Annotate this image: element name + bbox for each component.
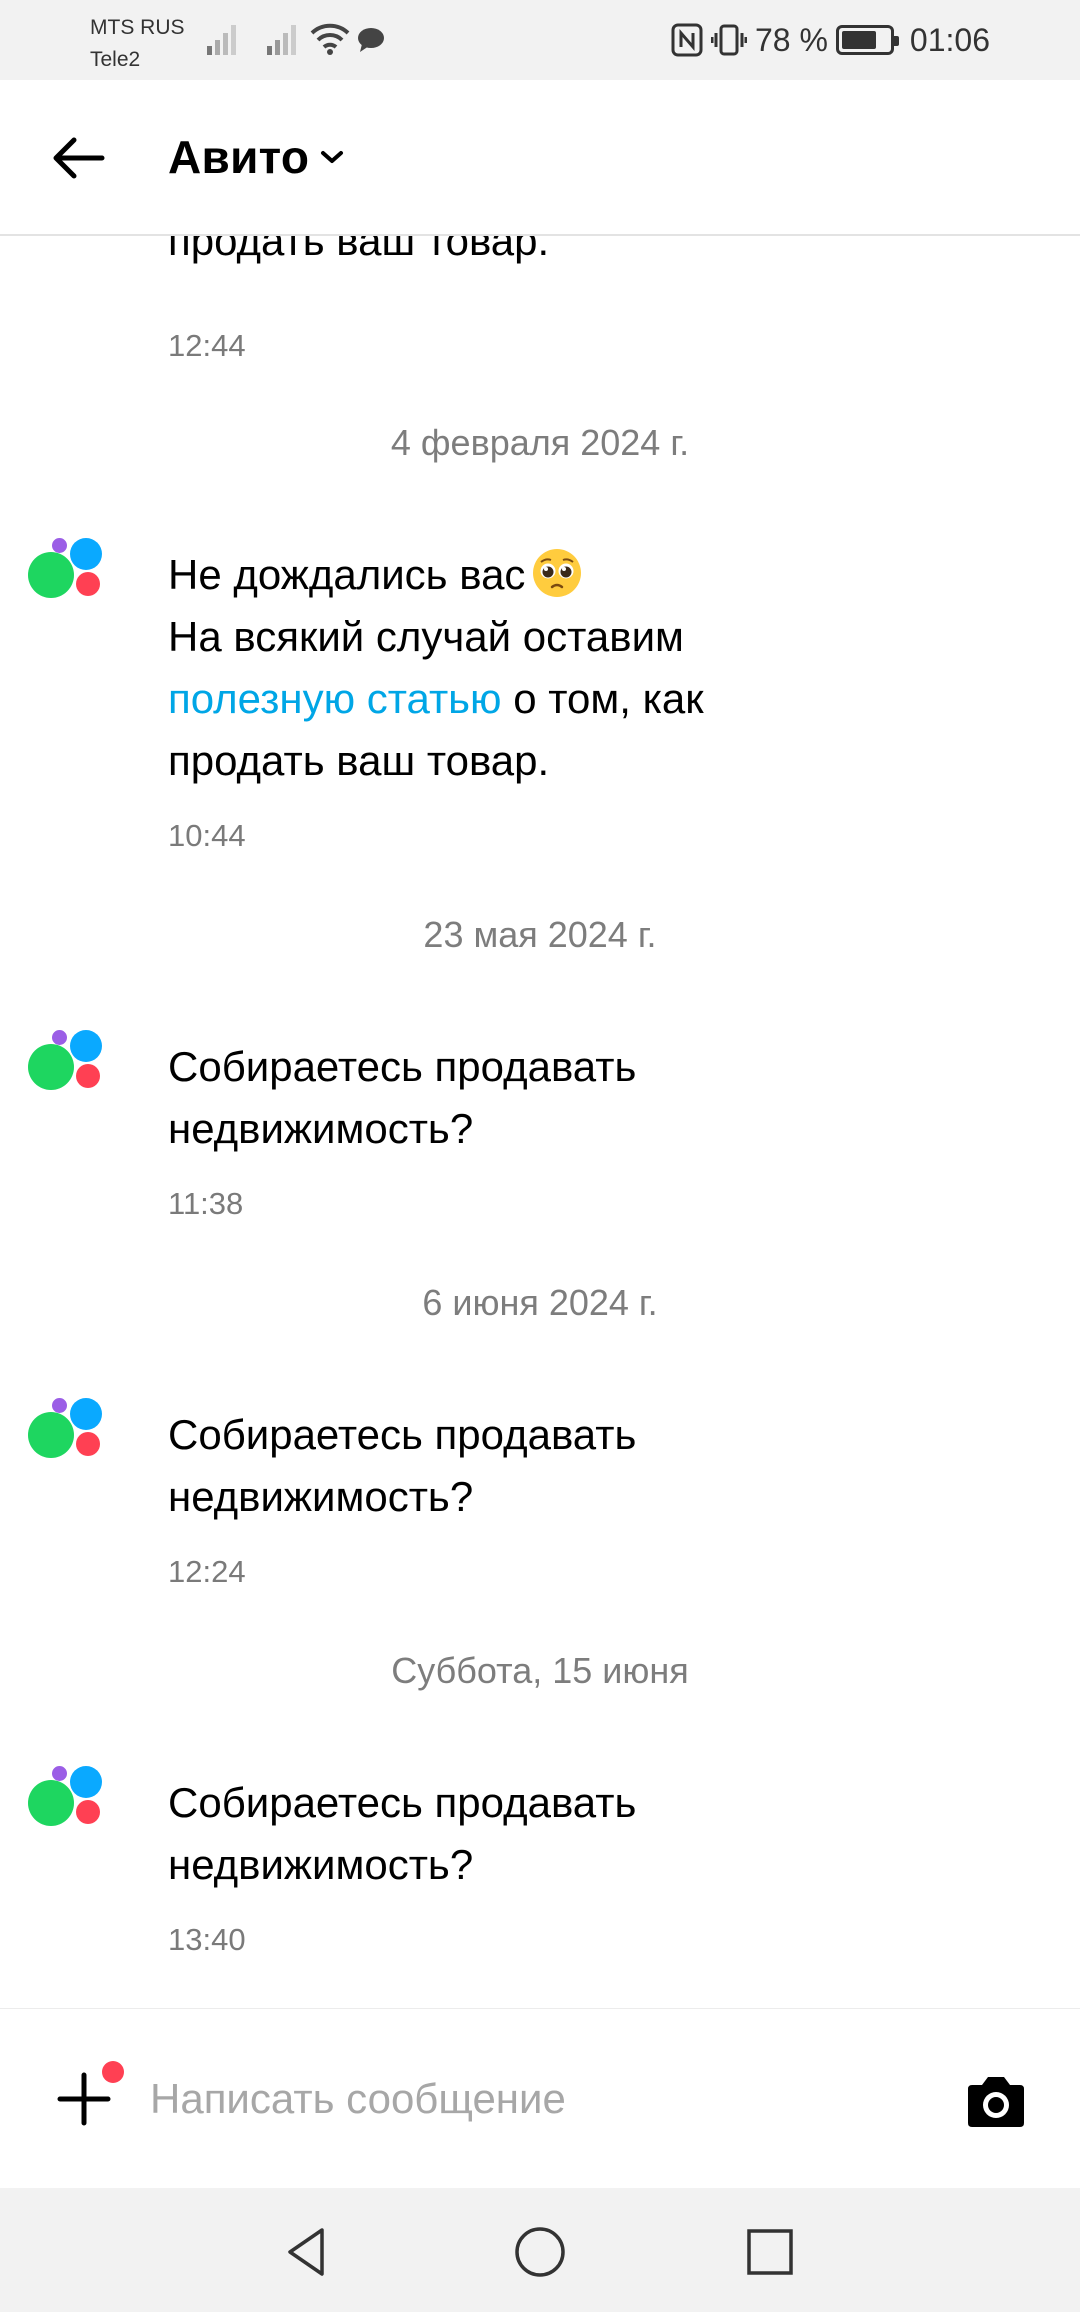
message-bubble: Не дождались вас На всякий случай остави… bbox=[168, 544, 704, 792]
message-line: недвижимость? bbox=[168, 1473, 474, 1520]
nfc-icon bbox=[671, 23, 703, 57]
message-time: 10:44 bbox=[168, 818, 246, 853]
app-header: Авито bbox=[0, 80, 1080, 236]
message-input[interactable] bbox=[150, 2059, 910, 2139]
chat-history[interactable]: продать ваш товар. 12:44 4 февраля 2024 … bbox=[0, 236, 1080, 2008]
signal-icon-2 bbox=[267, 25, 296, 55]
message-line: На всякий случай оставим bbox=[168, 613, 684, 660]
avito-logo-icon bbox=[28, 1766, 104, 1832]
message-line: недвижимость? bbox=[168, 1105, 474, 1152]
notification-dot bbox=[102, 2061, 124, 2083]
message-composer bbox=[0, 2008, 1080, 2188]
status-right: 78 % 01:06 bbox=[671, 20, 990, 60]
battery-icon bbox=[835, 25, 899, 55]
battery-percent: 78 % bbox=[754, 21, 828, 58]
chat-title: Авито bbox=[168, 131, 310, 183]
message-line: Собираетесь продавать bbox=[168, 1779, 637, 1826]
screen: MTS RUS Tele2 78 % 01:06 Авито продать в… bbox=[0, 0, 1080, 2312]
message-bubble: Собираетесь продавать недвижимость? bbox=[168, 1404, 636, 1528]
date-separator: 4 февраля 2024 г. bbox=[390, 422, 690, 463]
message-line: Собираетесь продавать bbox=[168, 1043, 637, 1090]
pleading-face-emoji bbox=[533, 549, 582, 597]
chat-title-dropdown[interactable]: Авито bbox=[168, 130, 345, 184]
date-separator: Суббота, 15 июня bbox=[391, 1650, 689, 1691]
attach-button[interactable] bbox=[56, 2071, 112, 2127]
message-line-text: о том, как bbox=[501, 675, 704, 722]
wifi-icon bbox=[310, 23, 350, 55]
carriers: MTS RUS Tele2 bbox=[90, 12, 185, 76]
message-line: недвижимость? bbox=[168, 1841, 474, 1888]
message-line: продать ваш товар. bbox=[168, 737, 550, 784]
message-bubble: Собираетесь продавать недвижимость? bbox=[168, 1772, 636, 1896]
message-bubble: Собираетесь продавать недвижимость? bbox=[168, 1036, 636, 1160]
status-bar: MTS RUS Tele2 78 % 01:06 bbox=[0, 0, 1080, 80]
camera-icon bbox=[968, 2077, 1024, 2127]
message-line-text: Не дождались вас bbox=[168, 551, 526, 598]
plus-icon bbox=[57, 2072, 111, 2126]
message-line: Собираетесь продавать bbox=[168, 1411, 637, 1458]
avito-logo-icon bbox=[28, 1030, 104, 1096]
chevron-down-icon bbox=[321, 151, 344, 163]
system-nav-bar bbox=[0, 2188, 1080, 2312]
chat-bubble-icon bbox=[358, 28, 384, 52]
message-time: 11:38 bbox=[168, 1186, 244, 1221]
date-separator: 6 июня 2024 г. bbox=[422, 1282, 658, 1323]
camera-button[interactable] bbox=[964, 2071, 1028, 2131]
nav-home-icon[interactable] bbox=[512, 2224, 568, 2280]
carrier-2-label: Tele2 bbox=[90, 48, 141, 71]
message-time: 13:40 bbox=[168, 1922, 246, 1957]
signal-icon bbox=[207, 25, 236, 55]
nav-recents-icon[interactable] bbox=[742, 2224, 798, 2280]
avito-logo-icon bbox=[28, 1398, 104, 1464]
date-separator: 23 мая 2024 г. bbox=[423, 914, 657, 955]
message-line: Не дождались вас bbox=[168, 544, 704, 606]
back-arrow-icon bbox=[53, 137, 105, 179]
battery-fill bbox=[841, 31, 877, 49]
back-button[interactable] bbox=[50, 130, 116, 186]
clock: 01:06 bbox=[909, 21, 990, 58]
message-time: 12:44 bbox=[168, 328, 246, 363]
vibrate-icon bbox=[710, 24, 747, 56]
useful-article-link[interactable]: полезную статью bbox=[168, 675, 502, 722]
nav-back-icon[interactable] bbox=[280, 2224, 336, 2280]
avito-logo-icon bbox=[28, 538, 104, 604]
message-time: 12:24 bbox=[168, 1554, 246, 1589]
message-line: полезную статью о том, как bbox=[168, 668, 704, 730]
carrier-1-label: MTS RUS bbox=[90, 16, 185, 39]
message-text: продать ваш товар. bbox=[168, 236, 550, 264]
